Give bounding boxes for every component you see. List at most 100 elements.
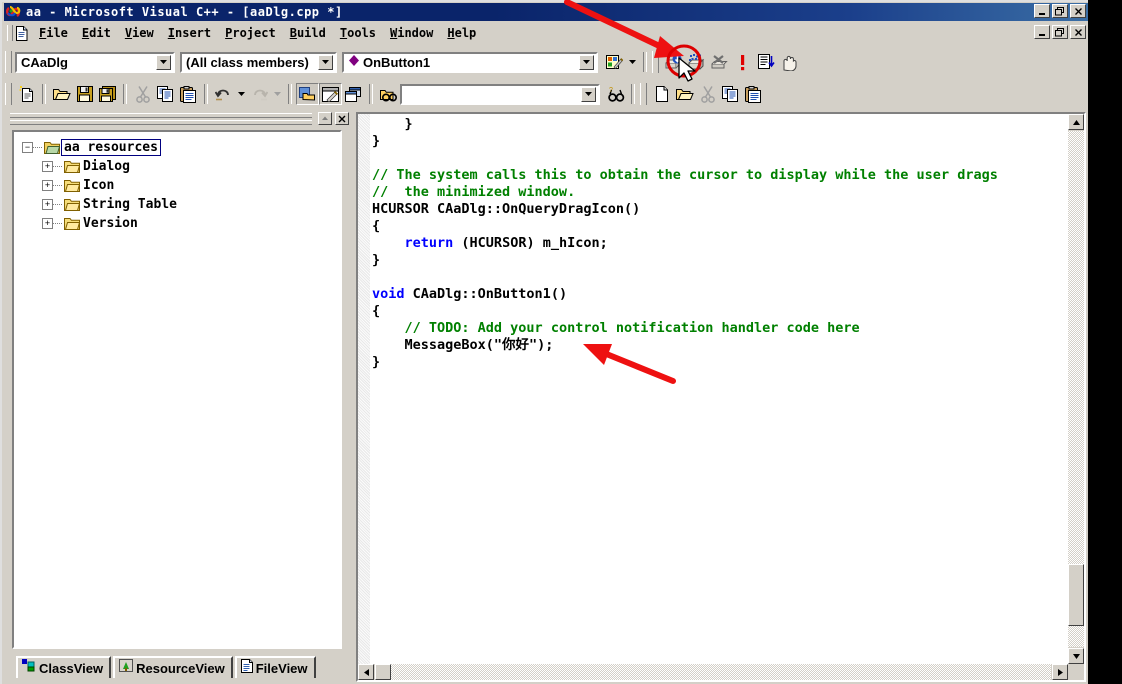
workspace-minimize-button[interactable]	[318, 112, 332, 125]
scroll-down-button[interactable]	[1068, 648, 1084, 664]
compile-button[interactable]	[662, 51, 685, 73]
vcpp-icon	[6, 5, 22, 19]
editor-code-text[interactable]: }} // The system calls this to obtain th…	[372, 116, 1066, 662]
tree-node-icon[interactable]: + Icon	[14, 176, 340, 195]
chevron-down-icon[interactable]	[156, 54, 171, 70]
menu-item-build[interactable]: Build	[283, 24, 333, 42]
toolbar-separator	[288, 84, 292, 104]
menu-item-project[interactable]: Project	[218, 24, 283, 42]
toolbar-separator	[369, 84, 373, 104]
resource-tree[interactable]: − aa resources + Dialog + Icon + String …	[12, 130, 342, 649]
cut-button-2[interactable]	[696, 83, 719, 105]
menubar-grip[interactable]	[7, 25, 13, 41]
expand-expander-icon[interactable]: +	[42, 180, 53, 191]
paste-button-2[interactable]	[742, 83, 765, 105]
wizardbar-actions-dropdown[interactable]	[626, 51, 639, 73]
menu-item-help[interactable]: Help	[440, 24, 483, 42]
workspace-gripper[interactable]	[10, 113, 312, 127]
members-combo[interactable]: (All class members)	[180, 51, 337, 73]
function-combo[interactable]: OnButton1	[342, 51, 598, 73]
menu-item-file[interactable]: File	[32, 24, 75, 42]
new-button-2[interactable]	[650, 83, 673, 105]
editor-horizontal-scrollbar[interactable]	[358, 664, 1068, 680]
standard-toolbar-grip[interactable]	[5, 83, 12, 105]
copy-button[interactable]	[154, 83, 177, 105]
tree-node-dialog-label: Dialog	[83, 159, 130, 174]
save-button[interactable]	[73, 83, 96, 105]
menu-item-tools[interactable]: Tools	[333, 24, 383, 42]
close-button[interactable]	[1070, 4, 1086, 18]
chevron-down-icon[interactable]	[318, 54, 333, 70]
build-toolbar-grip[interactable]	[652, 51, 659, 73]
paste-button[interactable]	[177, 83, 200, 105]
wizardbar-actions-button[interactable]	[603, 51, 626, 73]
open-button-2[interactable]	[673, 83, 696, 105]
expand-expander-icon[interactable]: +	[42, 218, 53, 229]
cut-button[interactable]	[131, 83, 154, 105]
tree-node-string-table[interactable]: + String Table	[14, 195, 340, 214]
undo-dropdown[interactable]	[235, 83, 248, 105]
build-button[interactable]	[685, 51, 708, 73]
collapse-expander-icon[interactable]: −	[22, 142, 33, 153]
tree-node-icon-label: Icon	[83, 178, 115, 193]
mdi-restore-button[interactable]	[1052, 25, 1068, 39]
workspace-button[interactable]	[296, 83, 319, 105]
save-all-button[interactable]	[96, 83, 119, 105]
redo-dropdown[interactable]	[271, 83, 284, 105]
scroll-up-button[interactable]	[1068, 114, 1084, 130]
minimize-button[interactable]	[1034, 4, 1050, 18]
member-function-diamond-icon	[349, 53, 359, 71]
extra-toolbar-grip[interactable]	[640, 83, 647, 105]
restore-button[interactable]	[1052, 4, 1068, 18]
find-combo[interactable]	[400, 83, 600, 105]
editor-selection-margin[interactable]	[358, 114, 370, 680]
output-button[interactable]	[319, 83, 342, 105]
tree-node-dialog[interactable]: + Dialog	[14, 157, 340, 176]
stop-build-button[interactable]	[708, 51, 731, 73]
chevron-down-icon[interactable]	[581, 86, 596, 102]
execute-program-button[interactable]	[731, 51, 754, 73]
tree-node-version[interactable]: + Version	[14, 214, 340, 233]
tab-fileview[interactable]: FileView	[234, 656, 316, 678]
title-bar: aa - Microsoft Visual C++ - [aaDlg.cpp *…	[4, 3, 1088, 21]
redo-button[interactable]	[248, 83, 271, 105]
mdi-minimize-button[interactable]	[1034, 25, 1050, 39]
toolbar-separator	[123, 84, 127, 104]
insert-breakpoint-button[interactable]	[777, 51, 800, 73]
menu-item-edit[interactable]: Edit	[75, 24, 118, 42]
vscroll-thumb[interactable]	[1068, 564, 1084, 626]
wizardbar-grip[interactable]	[5, 51, 12, 73]
workspace-close-button[interactable]	[335, 112, 349, 125]
tab-resourceview[interactable]: ResourceView	[113, 656, 233, 678]
mdi-close-button[interactable]	[1070, 25, 1086, 39]
window-controls	[1034, 4, 1086, 18]
find-button[interactable]: ?	[604, 83, 627, 105]
class-combo-value: CAaDlg	[21, 54, 68, 70]
chevron-down-icon[interactable]	[579, 54, 594, 70]
find-in-files-button[interactable]	[377, 83, 400, 105]
scroll-right-button[interactable]	[1052, 664, 1068, 680]
open-button[interactable]	[50, 83, 73, 105]
hscroll-thumb[interactable]	[375, 664, 391, 680]
code-line: MessageBox("你好");	[372, 337, 554, 353]
copy-button-2[interactable]	[719, 83, 742, 105]
new-text-file-button[interactable]	[15, 83, 38, 105]
editor-vertical-scrollbar[interactable]	[1068, 114, 1084, 664]
scroll-left-button[interactable]	[358, 664, 374, 680]
window-list-button[interactable]	[342, 83, 365, 105]
menu-item-window[interactable]: Window	[383, 24, 440, 42]
expand-expander-icon[interactable]: +	[42, 161, 53, 172]
code-editor[interactable]: }} // The system calls this to obtain th…	[356, 112, 1086, 682]
menu-item-insert[interactable]: Insert	[161, 24, 218, 42]
expand-expander-icon[interactable]: +	[42, 199, 53, 210]
menu-item-view[interactable]: View	[118, 24, 161, 42]
class-combo[interactable]: CAaDlg	[15, 51, 175, 73]
undo-button[interactable]	[212, 83, 235, 105]
hscroll-track[interactable]	[375, 664, 1051, 680]
tab-classview[interactable]: ClassView	[16, 656, 112, 678]
tree-node-root[interactable]: − aa resources	[14, 138, 340, 157]
go-button[interactable]	[754, 51, 777, 73]
document-icon	[15, 25, 29, 41]
